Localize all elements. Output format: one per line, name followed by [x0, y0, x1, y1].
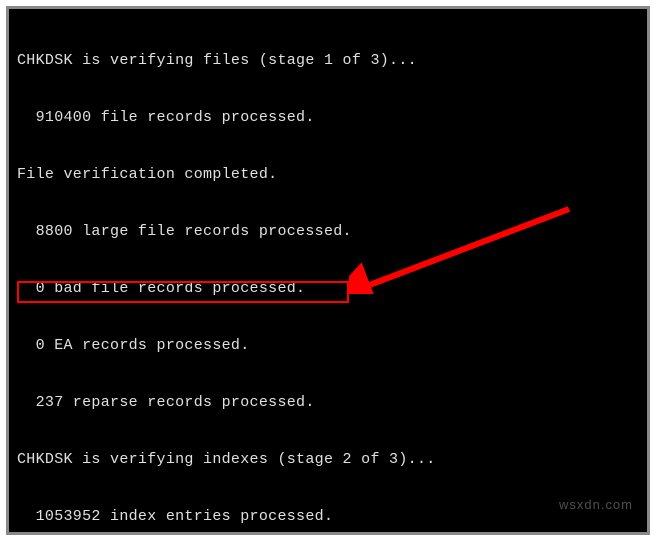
watermark-text: wsxdn.com	[559, 495, 633, 514]
output-line: 1053952 index entries processed.	[17, 507, 639, 526]
chkdsk-terminal-output: CHKDSK is verifying files (stage 1 of 3)…	[6, 6, 650, 535]
output-line: 0 EA records processed.	[17, 336, 639, 355]
output-line: 237 reparse records processed.	[17, 393, 639, 412]
output-line: CHKDSK is verifying indexes (stage 2 of …	[17, 450, 639, 469]
output-line: 8800 large file records processed.	[17, 222, 639, 241]
output-line: CHKDSK is verifying files (stage 1 of 3)…	[17, 51, 639, 70]
output-line: 0 bad file records processed.	[17, 279, 639, 298]
output-line: File verification completed.	[17, 165, 639, 184]
output-line: 910400 file records processed.	[17, 108, 639, 127]
